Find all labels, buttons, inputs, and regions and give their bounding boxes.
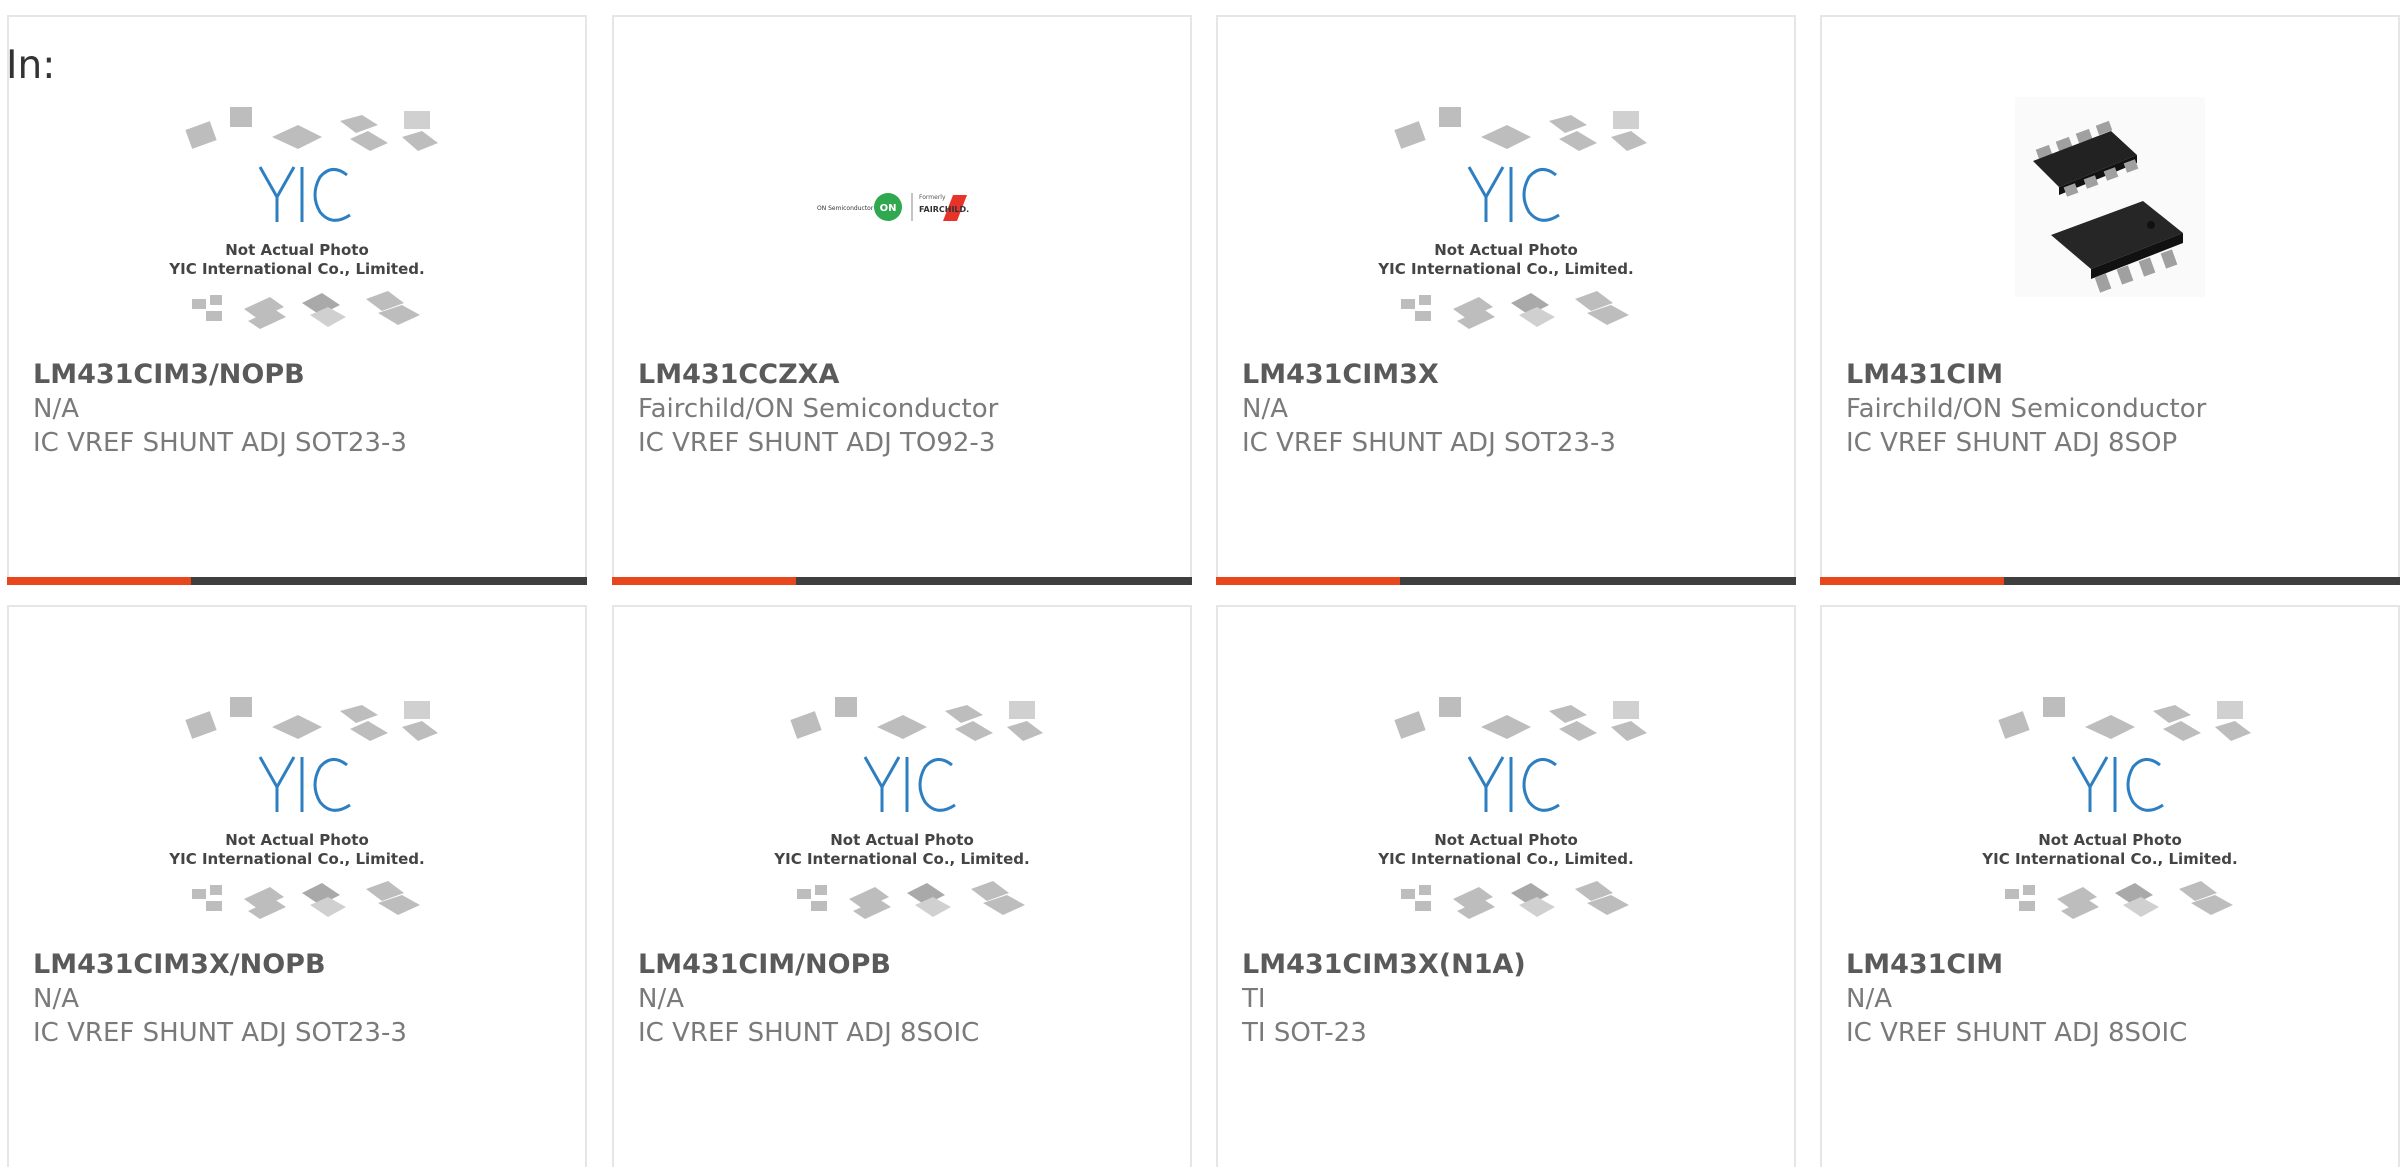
placeholder-line1: Not Actual Photo (2038, 831, 2182, 849)
card-accent-bar (1216, 577, 1400, 585)
placeholder-line1: Not Actual Photo (1434, 241, 1578, 259)
product-card[interactable]: Not Actual Photo YIC International Co., … (7, 15, 587, 585)
placeholder-line2: YIC International Co., Limited. (168, 260, 424, 278)
product-image-placeholder[interactable]: Not Actual Photo YIC International Co., … (152, 687, 442, 947)
part-number-link[interactable]: LM431CIM3X(N1A) (1242, 948, 1774, 982)
product-info: LM431CIM/NOPB N/A IC VREF SHUNT ADJ 8SOI… (638, 948, 1170, 1050)
placeholder-line1: Not Actual Photo (830, 831, 974, 849)
manufacturer-text: N/A (1242, 394, 1288, 424)
product-info: LM431CIM3/NOPB N/A IC VREF SHUNT ADJ SOT… (33, 358, 565, 460)
part-number-link[interactable]: LM431CIM3X (1242, 358, 1774, 392)
yic-placeholder-image: Not Actual Photo YIC International Co., … (168, 697, 438, 919)
placeholder-line2: YIC International Co., Limited. (1377, 260, 1633, 278)
part-number-link[interactable]: LM431CIM3/NOPB (33, 358, 565, 392)
description-text: IC VREF SHUNT ADJ 8SOP (1846, 428, 2178, 458)
product-card[interactable]: Not Actual Photo YIC International Co., … (1216, 15, 1796, 585)
manufacturer-text: Fairchild/ON Semiconductor (638, 394, 999, 424)
card-bottom-bar (612, 577, 1192, 585)
product-info: LM431CIM Fairchild/ON Semiconductor IC V… (1846, 358, 2378, 460)
product-image-placeholder[interactable]: Not Actual Photo YIC International Co., … (1965, 687, 2255, 947)
product-card[interactable]: LM431CIM Fairchild/ON Semiconductor IC V… (1820, 15, 2400, 585)
product-image-logo[interactable]: ON Semiconductor ON Formerly FAIRCHILD. (757, 97, 1047, 357)
on-logo-left-text: ON Semiconductor (817, 205, 874, 212)
manufacturer-text: Fairchild/ON Semiconductor (1846, 394, 2207, 424)
card-bottom-bar (1216, 577, 1796, 585)
part-number-link[interactable]: LM431CIM (1846, 358, 2378, 392)
placeholder-line2: YIC International Co., Limited. (168, 850, 424, 868)
product-info: LM431CIM3X N/A IC VREF SHUNT ADJ SOT23-3 (1242, 358, 1774, 460)
manufacturer-text: N/A (33, 984, 79, 1014)
part-number-link[interactable]: LM431CIM (1846, 948, 2378, 982)
description-text: IC VREF SHUNT ADJ 8SOIC (638, 1018, 980, 1048)
description-text: IC VREF SHUNT ADJ SOT23-3 (33, 1018, 407, 1048)
card-bottom-bar (7, 577, 587, 585)
product-image-placeholder[interactable]: Not Actual Photo YIC International Co., … (1361, 687, 1651, 947)
on-badge-text: ON (880, 203, 897, 214)
manufacturer-text: N/A (33, 394, 79, 424)
product-card[interactable]: ON Semiconductor ON Formerly FAIRCHILD. … (612, 15, 1192, 585)
product-image-placeholder[interactable]: Not Actual Photo YIC International Co., … (757, 687, 1047, 947)
product-image-placeholder[interactable]: Not Actual Photo YIC International Co., … (152, 97, 442, 357)
card-bottom-bar (1820, 577, 2400, 585)
formerly-text: Formerly (919, 194, 946, 201)
product-listing-page: In: Not Actual Photo YIC International C… (0, 0, 2400, 1167)
manufacturer-text: N/A (1846, 984, 1892, 1014)
product-card[interactable]: Not Actual Photo YIC International Co., … (612, 605, 1192, 1167)
card-accent-bar (612, 577, 796, 585)
product-image-placeholder[interactable]: Not Actual Photo YIC International Co., … (1361, 97, 1651, 357)
on-fairchild-logo-image: ON Semiconductor ON Formerly FAIRCHILD. (817, 193, 969, 221)
product-info: LM431CCZXA Fairchild/ON Semiconductor IC… (638, 358, 1170, 460)
in-label: In: (6, 43, 56, 88)
fairchild-text: FAIRCHILD. (919, 205, 969, 214)
placeholder-line2: YIC International Co., Limited. (1981, 850, 2237, 868)
manufacturer-text: N/A (638, 984, 684, 1014)
placeholder-line2: YIC International Co., Limited. (1377, 850, 1633, 868)
yic-placeholder-image: Not Actual Photo YIC International Co., … (168, 107, 438, 329)
product-info: LM431CIM3X(N1A) TI TI SOT-23 (1242, 948, 1774, 1050)
placeholder-line1: Not Actual Photo (225, 831, 369, 849)
description-text: TI SOT-23 (1242, 1018, 1367, 1048)
placeholder-line2: YIC International Co., Limited. (773, 850, 1029, 868)
placeholder-line1: Not Actual Photo (225, 241, 369, 259)
product-image-photo[interactable] (1965, 97, 2255, 357)
part-number-link[interactable]: LM431CIM3X/NOPB (33, 948, 565, 982)
product-info: LM431CIM N/A IC VREF SHUNT ADJ 8SOIC (1846, 948, 2378, 1050)
product-card[interactable]: Not Actual Photo YIC International Co., … (7, 605, 587, 1167)
product-info: LM431CIM3X/NOPB N/A IC VREF SHUNT ADJ SO… (33, 948, 565, 1050)
yic-placeholder-image: Not Actual Photo YIC International Co., … (1377, 697, 1647, 919)
yic-placeholder-image: Not Actual Photo YIC International Co., … (1981, 697, 2251, 919)
part-number-link[interactable]: LM431CCZXA (638, 358, 1170, 392)
soic-chip-photo (2015, 97, 2205, 297)
part-number-link[interactable]: LM431CIM/NOPB (638, 948, 1170, 982)
description-text: IC VREF SHUNT ADJ 8SOIC (1846, 1018, 2188, 1048)
description-text: IC VREF SHUNT ADJ SOT23-3 (1242, 428, 1616, 458)
card-accent-bar (7, 577, 191, 585)
description-text: IC VREF SHUNT ADJ TO92-3 (638, 428, 996, 458)
manufacturer-text: TI (1242, 984, 1266, 1014)
card-accent-bar (1820, 577, 2004, 585)
yic-placeholder-image: Not Actual Photo YIC International Co., … (773, 697, 1043, 919)
description-text: IC VREF SHUNT ADJ SOT23-3 (33, 428, 407, 458)
yic-placeholder-image: Not Actual Photo YIC International Co., … (1377, 107, 1647, 329)
placeholder-line1: Not Actual Photo (1434, 831, 1578, 849)
product-card[interactable]: Not Actual Photo YIC International Co., … (1216, 605, 1796, 1167)
product-card[interactable]: Not Actual Photo YIC International Co., … (1820, 605, 2400, 1167)
